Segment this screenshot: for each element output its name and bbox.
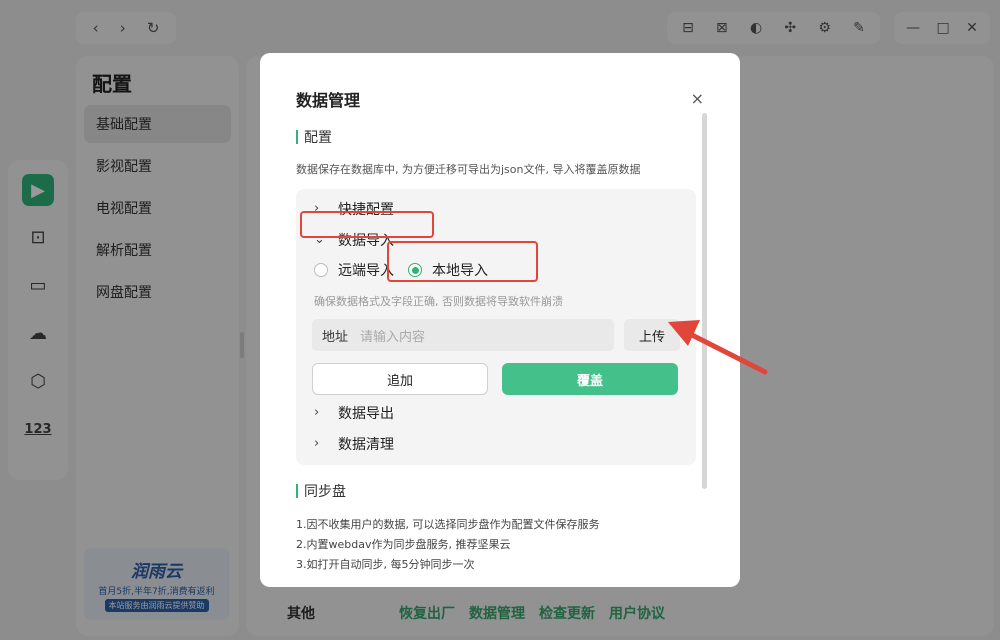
dialog-scrollbar[interactable] [702, 113, 707, 489]
highlight-data-import [300, 211, 434, 238]
address-field[interactable]: 地址 请输入内容 [312, 319, 614, 351]
remote-import-radio[interactable] [314, 263, 328, 277]
data-export-label: 数据导出 [338, 405, 394, 422]
data-clear-label: 数据清理 [338, 436, 394, 453]
sync-description: 1.因不收集用户的数据, 可以选择同步盘作为配置文件保存服务 2.内置webda… [296, 515, 704, 575]
chevron-right-icon: › [314, 405, 320, 420]
config-section-heading: 配置 [296, 127, 704, 147]
append-button[interactable]: 追加 [312, 363, 488, 395]
chevron-right-icon: › [314, 436, 320, 451]
sync-section-heading: 同步盘 [296, 481, 704, 501]
highlight-local-import [387, 241, 538, 282]
address-label: 地址 [322, 329, 349, 345]
remote-import-label[interactable]: 远端导入 [338, 260, 394, 280]
accordion-data-clear[interactable]: › 数据清理 [296, 428, 696, 459]
sync-line: 1.因不收集用户的数据, 可以选择同步盘作为配置文件保存服务 [296, 518, 600, 531]
config-section-label: 配置 [304, 130, 332, 146]
address-row: 地址 请输入内容 上传 [312, 319, 680, 351]
sync-section-label: 同步盘 [304, 484, 346, 500]
sync-line: 2.内置webdav作为同步盘服务, 推荐坚果云 [296, 538, 511, 551]
accordion-data-export[interactable]: › 数据导出 [296, 397, 696, 428]
import-actions: 追加 覆盖 [312, 363, 680, 395]
upload-button[interactable]: 上传 [624, 319, 680, 351]
close-icon[interactable]: × [691, 89, 704, 108]
data-management-dialog: 数据管理 × 配置 数据保存在数据库中, 为方便迁移可导出为json文件, 导入… [260, 53, 740, 587]
address-placeholder: 请输入内容 [360, 329, 426, 345]
section-accent-bar [296, 484, 298, 498]
section-accent-bar [296, 130, 298, 144]
dialog-title: 数据管理 [296, 91, 361, 110]
config-description: 数据保存在数据库中, 为方便迁移可导出为json文件, 导入将覆盖原数据 [296, 163, 641, 176]
import-warning: 确保数据格式及字段正确, 否则数据将导致软件崩溃 [314, 295, 563, 308]
sync-line: 3.如打开自动同步, 每5分钟同步一次 [296, 558, 475, 571]
overwrite-button[interactable]: 覆盖 [502, 363, 678, 395]
